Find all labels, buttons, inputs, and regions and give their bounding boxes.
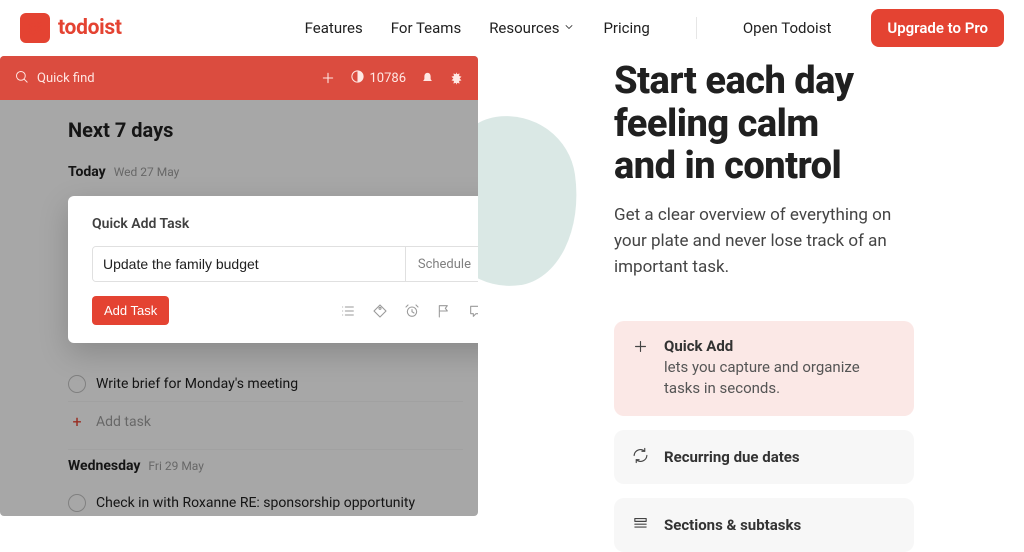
chevron-down-icon	[563, 19, 575, 37]
feature-sections[interactable]: Sections & subtasks	[614, 498, 914, 552]
feature-quick-add[interactable]: Quick Add lets you capture and organize …	[614, 321, 914, 417]
comment-icon[interactable]	[468, 303, 478, 319]
karma-icon	[350, 69, 365, 88]
settings-icon[interactable]	[449, 71, 464, 86]
notifications-icon[interactable]	[420, 71, 435, 86]
logo-text: todoist	[58, 16, 122, 40]
task-checkbox[interactable]	[68, 494, 86, 512]
task-title: Write brief for Monday's meeting	[96, 376, 298, 392]
plus-icon	[632, 338, 649, 355]
nav-features[interactable]: Features	[305, 19, 363, 37]
quick-add-modal: Quick Add Task Schedule Add Task	[68, 196, 478, 343]
add-task-button[interactable]: Add Task	[92, 296, 169, 325]
day-header-wednesday: Wednesday Fri 29 May	[68, 458, 478, 474]
add-task-row[interactable]: + Add task	[68, 402, 463, 450]
feature-recurring[interactable]: Recurring due dates	[614, 430, 914, 484]
karma-value: 10786	[369, 71, 406, 86]
logo-icon	[20, 13, 50, 43]
search-icon	[14, 69, 29, 88]
recurring-icon	[632, 447, 649, 464]
nav-pricing[interactable]: Pricing	[603, 19, 649, 37]
nav-resources[interactable]: Resources	[489, 19, 575, 37]
hero-subtitle: Get a clear overview of everything on yo…	[614, 202, 904, 281]
add-task-icon[interactable]	[320, 70, 336, 86]
search-input[interactable]: Quick find	[14, 69, 306, 88]
sections-icon	[632, 515, 649, 532]
nav-divider	[696, 17, 697, 39]
reminder-icon[interactable]	[404, 303, 420, 319]
schedule-button[interactable]: Schedule	[405, 247, 478, 281]
karma-counter[interactable]: 10786	[350, 69, 406, 88]
search-placeholder: Quick find	[37, 71, 95, 86]
project-icon[interactable]	[340, 303, 356, 319]
task-title: Check in with Roxanne RE: sponsorship op…	[96, 495, 415, 511]
upgrade-button[interactable]: Upgrade to Pro	[871, 9, 1004, 47]
plus-icon: +	[68, 412, 86, 431]
hero-section: Start each day feeling calm and in contr…	[494, 56, 1024, 516]
nav-links: Features For Teams Resources Pricing Ope…	[305, 9, 1004, 47]
nav-teams[interactable]: For Teams	[391, 19, 461, 37]
task-row[interactable]: Write brief for Monday's meeting	[68, 367, 463, 402]
top-nav: todoist Features For Teams Resources Pri…	[0, 0, 1024, 56]
app-topbar: Quick find 10786	[0, 56, 478, 100]
nav-open-app[interactable]: Open Todoist	[743, 19, 832, 37]
priority-icon[interactable]	[436, 303, 452, 319]
task-row[interactable]: Check in with Roxanne RE: sponsorship op…	[68, 486, 463, 516]
day-header-today: Today Wed 27 May	[68, 164, 478, 180]
view-title: Next 7 days	[68, 118, 478, 142]
logo[interactable]: todoist	[20, 13, 122, 43]
headline-line: feeling calm	[614, 103, 974, 146]
modal-title: Quick Add Task	[92, 216, 478, 232]
headline-line: and in control	[614, 145, 974, 188]
label-icon[interactable]	[372, 303, 388, 319]
task-name-input[interactable]	[93, 247, 405, 281]
task-checkbox[interactable]	[68, 375, 86, 393]
app-preview: Quick find 10786 Next 7 days Today Wed 2	[0, 56, 494, 516]
headline-line: Start each day	[614, 60, 974, 103]
